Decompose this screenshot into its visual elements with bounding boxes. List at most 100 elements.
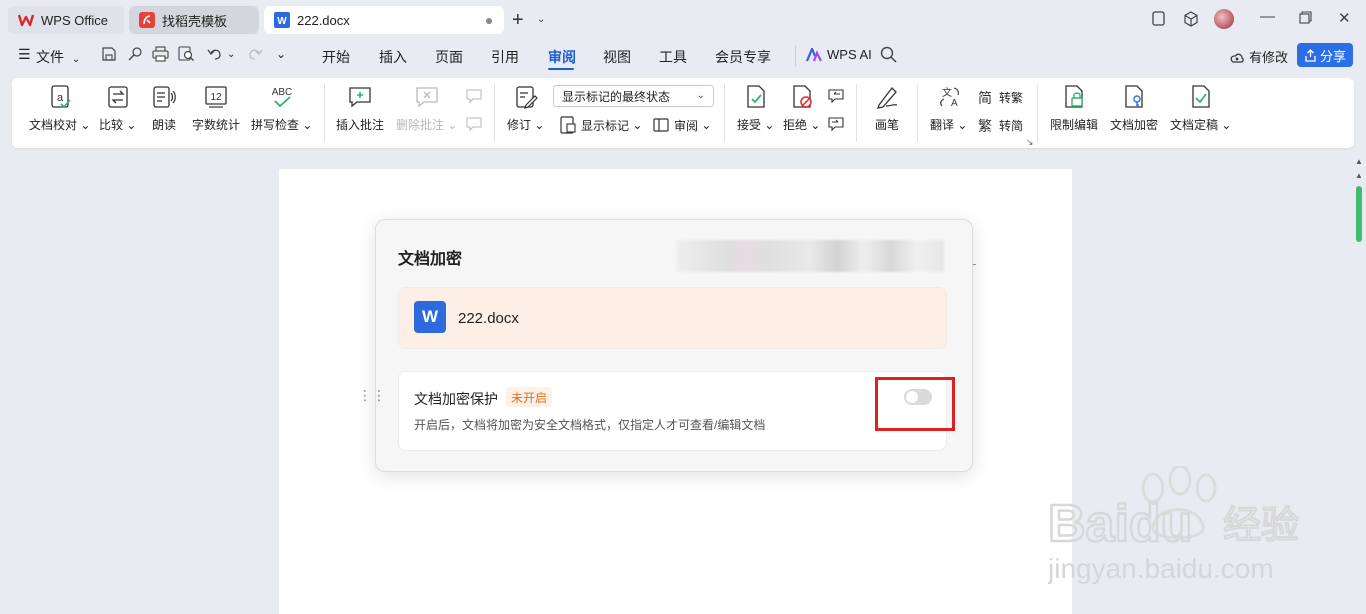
- tab-label: 222.docx: [297, 12, 350, 28]
- menu-insert[interactable]: 插入: [379, 47, 407, 67]
- drag-handle-icon[interactable]: ⋮⋮: [358, 388, 386, 402]
- redo-icon[interactable]: [247, 46, 265, 64]
- menu-tools[interactable]: 工具: [659, 47, 687, 67]
- dialog-title: 文档加密: [398, 251, 463, 268]
- ribbon-divider: [494, 84, 495, 142]
- reject-button[interactable]: 拒绝 ⌄: [783, 84, 820, 133]
- translate-button[interactable]: 文A 翻译 ⌄: [930, 84, 967, 133]
- chevron-down-icon: ⌄: [696, 90, 705, 101]
- review-pane-icon: [653, 118, 669, 132]
- cube-icon[interactable]: [1183, 11, 1199, 31]
- show-markup-button[interactable]: 显示标记 ⌄: [559, 116, 642, 134]
- svg-text:简: 简: [978, 90, 992, 106]
- hamburger-icon[interactable]: ☰: [18, 46, 31, 63]
- close-icon[interactable]: ✕: [1338, 9, 1351, 27]
- scroll-up-icon[interactable]: ▲: [1355, 157, 1363, 166]
- ribbon-divider: [917, 84, 918, 142]
- chevron-down-icon[interactable]: ⌄: [227, 49, 235, 60]
- spell-check-button[interactable]: ABC 拼写检查 ⌄: [251, 84, 312, 133]
- delete-comment-label: 删除批注: [396, 118, 445, 132]
- restrict-edit-label: 限制编辑: [1050, 118, 1099, 132]
- svg-text:繁: 繁: [978, 119, 992, 134]
- file-name: 222.docx: [458, 310, 519, 327]
- markup-state-select[interactable]: 显示标记的最终状态 ⌄: [553, 85, 714, 107]
- tab-document[interactable]: W 222.docx: [264, 6, 504, 34]
- ribbon-divider: [856, 84, 857, 142]
- to-traditional-button[interactable]: 简 转繁: [977, 88, 1023, 106]
- delete-comment-button[interactable]: 删除批注 ⌄: [396, 84, 457, 133]
- new-tab-plus-icon[interactable]: +: [512, 9, 524, 32]
- share-button[interactable]: 分享: [1297, 43, 1353, 67]
- menu-review[interactable]: 审阅: [548, 47, 576, 67]
- tab-template[interactable]: 找稻壳模板: [129, 6, 259, 34]
- wps-ai-button[interactable]: WPS AI: [806, 47, 872, 62]
- chevron-down-icon[interactable]: ⌄: [537, 14, 545, 25]
- modified-label: 有修改: [1249, 50, 1289, 65]
- unsaved-dot-icon[interactable]: [486, 18, 492, 24]
- active-tab-underline: [548, 68, 574, 70]
- window-tile-icon[interactable]: [1151, 11, 1166, 30]
- menu-view[interactable]: 视图: [603, 47, 631, 67]
- previous-comment-icon[interactable]: [465, 88, 483, 107]
- compare-button[interactable]: 比较 ⌄: [99, 84, 136, 133]
- print-icon[interactable]: [152, 46, 170, 64]
- save-icon[interactable]: [101, 46, 119, 64]
- encryption-setting-card: [398, 371, 947, 451]
- wps-ai-icon: [806, 47, 822, 61]
- print-preview-icon[interactable]: [178, 46, 196, 64]
- expand-corner-icon[interactable]: ↘: [1026, 137, 1034, 148]
- menu-references[interactable]: 引用: [491, 47, 519, 67]
- insert-comment-button[interactable]: 插入批注: [336, 84, 384, 133]
- to-simplified-label: 转简: [999, 118, 1024, 133]
- menu-home[interactable]: 开始: [322, 47, 350, 67]
- pen-label: 画笔: [874, 118, 899, 132]
- status-badge: 未开启: [506, 387, 553, 407]
- svg-text:ABC: ABC: [271, 87, 292, 98]
- menu-member[interactable]: 会员专享: [715, 47, 771, 67]
- track-changes-icon: [516, 86, 538, 109]
- setting-description: 开启后，文档将加密为安全文档格式，仅指定人才可查看/编辑文档: [414, 418, 766, 432]
- previous-change-icon[interactable]: [827, 88, 845, 107]
- scroll-thumb[interactable]: [1356, 186, 1362, 242]
- modified-status[interactable]: 有修改: [1229, 47, 1288, 66]
- review-pane-button[interactable]: 审阅 ⌄: [652, 116, 711, 134]
- pen-button[interactable]: 画笔: [874, 84, 900, 133]
- accept-button[interactable]: 接受 ⌄: [737, 84, 774, 133]
- menu-page[interactable]: 页面: [435, 47, 463, 67]
- search-icon[interactable]: [880, 46, 898, 64]
- undo-icon[interactable]: [207, 46, 225, 64]
- translate-icon: 文A: [939, 86, 959, 109]
- ribbon-divider: [324, 84, 325, 142]
- scroll-page-up-icon[interactable]: ▲: [1355, 171, 1363, 180]
- read-aloud-button[interactable]: 朗读: [151, 84, 177, 133]
- highlight-box: [875, 377, 955, 431]
- share-label: 分享: [1319, 48, 1346, 64]
- word-count-button[interactable]: 12 字数统计: [192, 84, 240, 133]
- proofread-button[interactable]: a 文档校对 ⌄: [29, 84, 90, 133]
- baidu-paw-logo: Baidu 经验 jingyan.baidu.com: [1047, 464, 1300, 584]
- next-comment-icon[interactable]: [465, 116, 483, 135]
- insert-comment-icon: [349, 87, 371, 108]
- wps-logo-icon: [18, 12, 34, 28]
- restrict-edit-button[interactable]: 限制编辑: [1050, 84, 1098, 133]
- restore-icon[interactable]: [1299, 11, 1312, 28]
- daoke-logo-icon: [139, 12, 155, 28]
- to-simplified-button[interactable]: 繁 转简: [977, 116, 1024, 135]
- pen-icon: [877, 87, 898, 109]
- ribbon-divider: [724, 84, 725, 142]
- reject-label: 拒绝: [783, 118, 808, 132]
- file-menu[interactable]: 文件 ⌄: [36, 47, 80, 67]
- tab-label: WPS Office: [41, 12, 108, 28]
- track-changes-button[interactable]: 修订 ⌄: [507, 84, 544, 133]
- minimize-icon[interactable]: —: [1260, 8, 1275, 25]
- tab-wps-office[interactable]: WPS Office: [8, 6, 124, 34]
- avatar[interactable]: [1214, 9, 1234, 29]
- encrypt-document-button[interactable]: 文档加密: [1110, 84, 1158, 133]
- finalize-document-button[interactable]: 文档定稿 ⌄: [1170, 84, 1231, 133]
- read-aloud-icon: [153, 86, 176, 108]
- compare-icon: [108, 86, 128, 108]
- format-painter-icon[interactable]: [127, 46, 145, 64]
- next-change-icon[interactable]: [827, 116, 845, 135]
- more-chevron-icon[interactable]: ⌄: [276, 47, 286, 61]
- svg-text:Baidu: Baidu: [1048, 495, 1192, 553]
